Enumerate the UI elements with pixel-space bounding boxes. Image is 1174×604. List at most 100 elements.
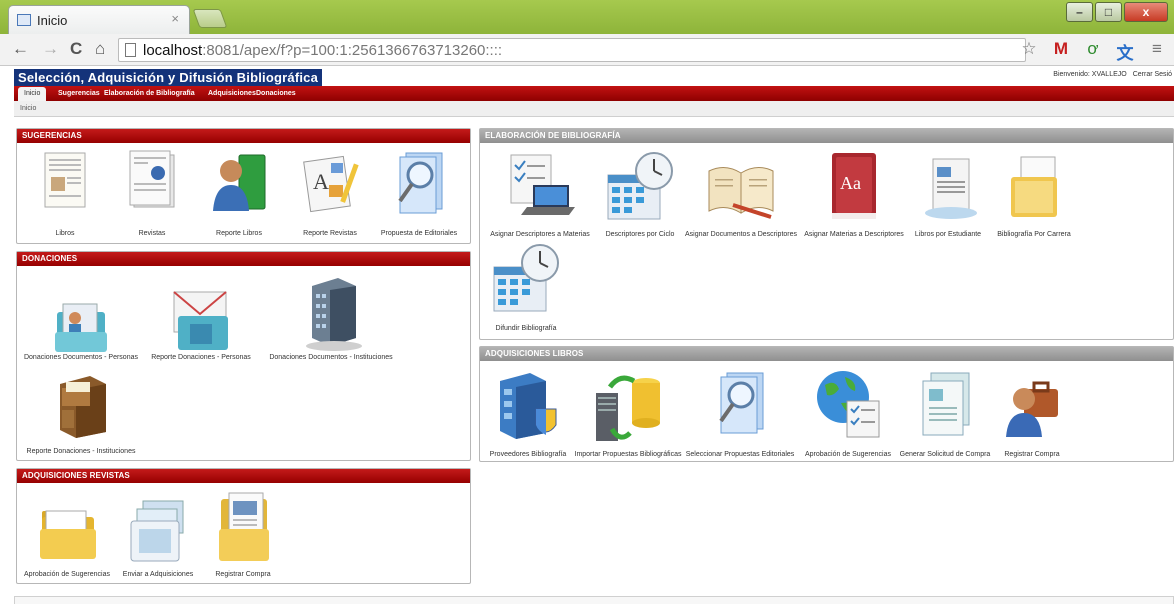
send-pictures-icon	[130, 500, 184, 562]
page-footer	[14, 596, 1174, 604]
home-button[interactable]: ⌂	[95, 39, 105, 59]
region-title: ADQUISICIONES LIBROS	[480, 347, 1173, 361]
item-label: Donaciones Documentos - Personas	[23, 354, 138, 361]
app-title: Selección, Adquisición y Difusión Biblio…	[14, 69, 323, 86]
server-sync-icon	[596, 375, 660, 441]
url-text[interactable]: localhost:8081/apex/f?p=100:1:2561366763…	[143, 42, 502, 59]
item-descriptores-por-ciclo[interactable]: Descriptores por Ciclo	[598, 149, 682, 241]
tab-inicio[interactable]: Inicio	[18, 87, 47, 101]
bookmark-star-icon[interactable]: ☆	[1018, 39, 1040, 64]
logout-link[interactable]: Cerrar Sesió	[1133, 71, 1172, 78]
item-label: Reporte Donaciones - Personas	[151, 354, 251, 361]
item-aprobacion-sugerencias-libros[interactable]: Aprobación de Sugerencias	[798, 367, 898, 459]
item-label: Descriptores por Ciclo	[605, 231, 675, 238]
address-bar[interactable]: localhost:8081/apex/f?p=100:1:2561366763…	[118, 38, 1026, 62]
user-briefcase-icon	[1006, 381, 1058, 437]
item-label: Reporte Libros	[216, 230, 262, 237]
close-window-button[interactable]: x	[1124, 2, 1168, 22]
item-label: Enviar a Adquisiciones	[122, 571, 194, 578]
breadcrumb[interactable]: Inicio	[14, 101, 1174, 117]
globe-checklist-icon	[817, 371, 880, 438]
item-reporte-donaciones-instituciones[interactable]: Reporte Donaciones - Instituciones	[21, 366, 141, 458]
contact-folder-icon	[55, 303, 107, 352]
region-title: ADQUISICIONES REVISTAS	[17, 469, 470, 483]
item-proveedores-bibliografia[interactable]: Proveedores Bibliografía	[482, 367, 574, 459]
gmail-extension-icon[interactable]: M	[1050, 39, 1072, 64]
item-libros[interactable]: Libros	[25, 149, 105, 239]
window-controls: – □ x	[1066, 2, 1168, 22]
new-tab-button[interactable]	[192, 9, 228, 28]
item-reporte-libros[interactable]: Reporte Libros	[199, 149, 279, 239]
file-cabinet-icon	[60, 376, 106, 438]
item-seleccionar-propuestas[interactable]: Seleccionar Propuestas Editoriales	[682, 367, 798, 459]
extension-icon[interactable]: ơ	[1082, 39, 1104, 64]
item-label: Asignar Documentos a Descriptores	[684, 231, 798, 238]
item-asignar-documentos-descriptores[interactable]: Asignar Documentos a Descriptores	[682, 149, 800, 241]
back-button[interactable]: ←	[12, 39, 29, 59]
item-reporte-revistas[interactable]: A Reporte Revistas	[286, 149, 374, 239]
menu-icon[interactable]: ≡	[1146, 39, 1168, 64]
reload-button[interactable]: C	[70, 39, 82, 59]
tab-title: Inicio	[37, 13, 68, 28]
forward-button[interactable]: →	[42, 39, 59, 59]
item-reporte-donaciones-personas[interactable]: Reporte Donaciones - Personas	[141, 272, 261, 364]
item-label: Importar Propuestas Bibliográficas	[574, 451, 682, 458]
user-book-icon	[213, 154, 266, 211]
region-title: ELABORACIÓN DE BIBLIOGRAFÍA	[480, 129, 1173, 143]
welcome-area: Bienvenido: XVALLEJO Cerrar Sesió	[1053, 71, 1172, 78]
form-icon	[922, 372, 970, 436]
search-documents-icon	[398, 152, 443, 214]
report-pencil-icon: A	[303, 155, 359, 213]
item-aprobacion-sugerencias-revistas[interactable]: Aprobación de Sugerencias	[19, 489, 115, 581]
tab-elaboracion[interactable]: Elaboración de Bibliografía	[98, 87, 201, 101]
welcome-text: Bienvenido: XVALLEJO	[1053, 71, 1127, 78]
item-enviar-adquisiciones[interactable]: Enviar a Adquisiciones	[115, 489, 201, 581]
maximize-button[interactable]: □	[1095, 2, 1122, 22]
magazine-page-icon	[129, 150, 175, 208]
item-label: Libros por Estudiante	[914, 231, 982, 238]
item-propuesta-editoriales[interactable]: Propuesta de Editoriales	[371, 149, 467, 239]
item-label: Seleccionar Propuestas Editoriales	[685, 451, 795, 458]
item-label: Difundir Bibliografía	[495, 325, 557, 332]
item-label: Aprobación de Sugerencias	[804, 451, 891, 458]
translate-extension-icon[interactable]: 文	[1114, 39, 1136, 64]
item-label: Aprobación de Sugerencias	[23, 571, 110, 578]
tab-donaciones[interactable]: Donaciones	[250, 87, 302, 101]
item-label: Donaciones Documentos - Instituciones	[269, 354, 393, 361]
shield-building-icon	[500, 373, 557, 439]
item-label: Reporte Revistas	[303, 230, 357, 237]
tab-close-icon[interactable]: ×	[171, 11, 179, 26]
item-label: Registrar Compra	[1004, 451, 1060, 458]
region-title: DONACIONES	[17, 252, 470, 266]
item-importar-propuestas[interactable]: Importar Propuestas Bibliográficas	[574, 367, 682, 459]
item-registrar-compra-revistas[interactable]: Registrar Compra	[205, 489, 281, 581]
item-libros-por-estudiante[interactable]: Libros por Estudiante	[908, 149, 988, 241]
item-difundir-bibliografia[interactable]: Difundir Bibliografía	[482, 241, 570, 335]
item-donaciones-instituciones[interactable]: Donaciones Documentos - Instituciones	[261, 272, 401, 364]
item-asignar-descriptores-materias[interactable]: Asignar Descriptores a Materias	[482, 149, 598, 241]
region-adquisiciones-libros: ADQUISICIONES LIBROS Proveedores Bibliog…	[479, 346, 1174, 462]
item-label: Reporte Donaciones - Instituciones	[26, 448, 136, 455]
folder-page-icon	[1011, 156, 1057, 217]
item-label: Libros	[55, 230, 75, 237]
browser-titlebar: Inicio × – □ x	[0, 0, 1174, 34]
browser-tab[interactable]: Inicio ×	[8, 5, 190, 34]
page-icon	[125, 43, 136, 57]
item-registrar-compra-libros[interactable]: Registrar Compra	[992, 367, 1072, 459]
region-sugerencias: SUGERENCIAS Libros Revistas Reporte Libr…	[16, 128, 471, 244]
item-bibliografia-por-carrera[interactable]: Bibliografía Por Carrera	[988, 149, 1080, 241]
minimize-button[interactable]: –	[1066, 2, 1093, 22]
calendar-clock-icon	[607, 152, 673, 220]
item-generar-solicitud-compra[interactable]: Generar Solicitud de Compra	[898, 367, 992, 459]
checklist-laptop-icon	[510, 154, 575, 215]
item-donaciones-personas[interactable]: Donaciones Documentos - Personas	[21, 272, 141, 364]
item-asignar-materias-descriptores[interactable]: Aa Asignar Materias a Descriptores	[800, 149, 908, 241]
region-title: SUGERENCIAS	[17, 129, 470, 143]
svg-text:Aa: Aa	[840, 173, 861, 193]
item-label: Revistas	[138, 230, 166, 237]
browser-toolbar: ← → C ⌂ localhost:8081/apex/f?p=100:1:25…	[0, 34, 1174, 66]
item-revistas[interactable]: Revistas	[112, 149, 192, 239]
mail-folder-icon	[173, 291, 228, 350]
folder-document-icon	[219, 492, 269, 561]
item-label: Asignar Materias a Descriptores	[804, 231, 904, 238]
